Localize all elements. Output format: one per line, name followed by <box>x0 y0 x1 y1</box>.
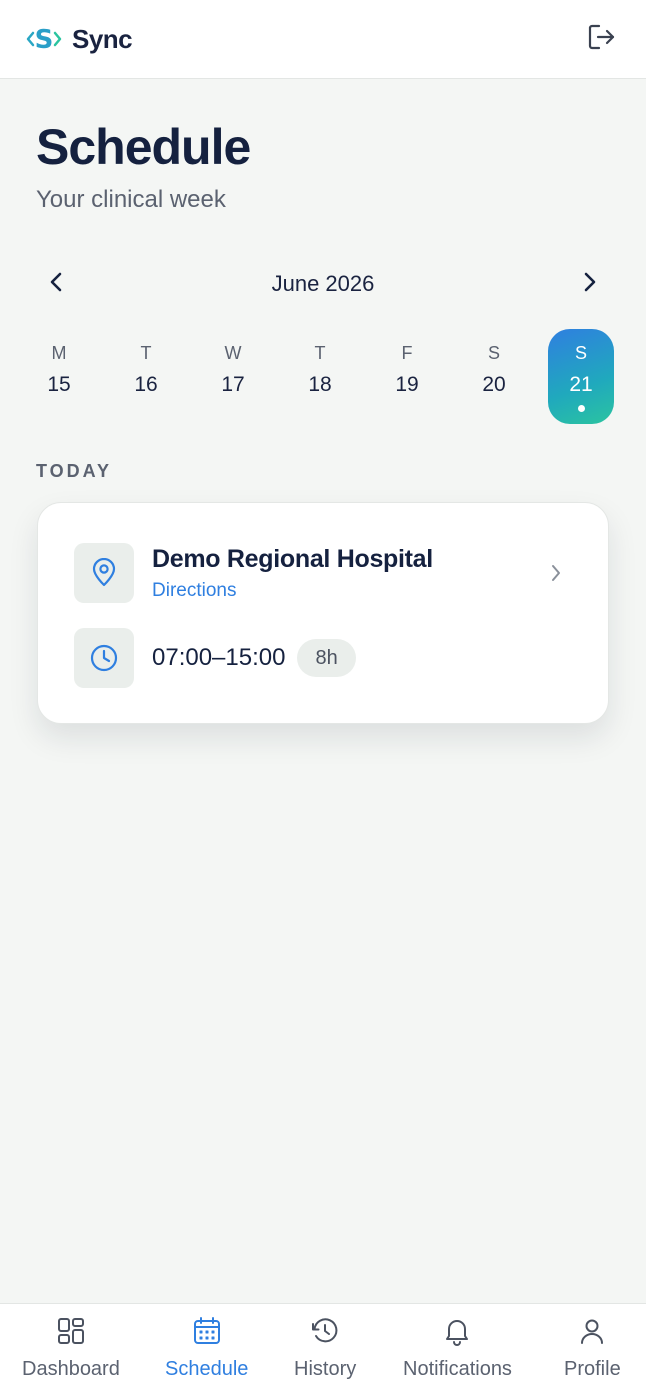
day-number: 16 <box>134 373 158 396</box>
logout-icon <box>587 23 617 56</box>
shift-card[interactable]: Demo Regional Hospital Directions 07:00–… <box>37 502 609 724</box>
day-friday[interactable]: F 19 <box>374 329 440 424</box>
day-number: 18 <box>308 373 332 396</box>
day-number: 21 <box>569 373 593 396</box>
bell-icon <box>440 1314 474 1348</box>
bottom-navigation: Dashboard Schedule History Notifications… <box>0 1303 646 1400</box>
nav-label: Notifications <box>403 1358 512 1380</box>
day-monday[interactable]: M 15 <box>26 329 92 424</box>
day-letter: T <box>314 343 326 363</box>
event-indicator-dot <box>577 405 585 412</box>
nav-item-schedule[interactable]: Schedule <box>165 1314 248 1381</box>
directions-link[interactable]: Directions <box>152 580 433 602</box>
brand-name: Sync <box>72 23 133 54</box>
calendar-icon <box>190 1314 224 1348</box>
day-saturday[interactable]: S 20 <box>461 329 527 424</box>
chevron-right-icon <box>583 271 597 298</box>
duration-badge: 8h <box>297 639 356 677</box>
day-number: 20 <box>482 373 506 396</box>
week-strip: M 15 T 16 W 17 T 18 F 19 S 20 S 21 <box>26 329 614 425</box>
top-bar: S Sync <box>0 0 646 79</box>
day-number: 19 <box>395 373 419 396</box>
nav-label: Profile <box>564 1358 621 1380</box>
nav-item-profile[interactable]: Profile <box>564 1314 621 1381</box>
day-number: 15 <box>47 373 71 396</box>
month-label: June 2026 <box>271 271 375 296</box>
previous-week-button[interactable] <box>36 264 76 304</box>
nav-item-dashboard[interactable]: Dashboard <box>22 1314 120 1381</box>
dashboard-icon <box>54 1314 88 1348</box>
sync-logo-icon: S <box>26 23 62 55</box>
chevron-left-icon <box>49 271 63 298</box>
nav-item-history[interactable]: History <box>294 1314 356 1381</box>
nav-label: History <box>294 1358 357 1380</box>
day-letter: W <box>224 343 242 363</box>
shift-time-row: 07:00–15:00 8h <box>74 628 356 688</box>
history-icon <box>308 1314 342 1348</box>
clock-icon <box>74 628 134 688</box>
day-tuesday[interactable]: T 16 <box>113 329 179 424</box>
month-navigation: June 2026 <box>36 264 610 304</box>
shift-location-row: Demo Regional Hospital Directions <box>74 543 574 603</box>
next-week-button[interactable] <box>570 264 610 304</box>
shift-time-range: 07:00–15:00 <box>152 644 286 671</box>
location-pin-icon <box>74 543 134 603</box>
logout-button[interactable] <box>586 23 618 55</box>
day-letter: T <box>140 343 152 363</box>
hospital-name: Demo Regional Hospital <box>152 544 433 573</box>
page-title: Schedule <box>36 119 251 175</box>
today-section-label: TODAY <box>36 461 113 481</box>
day-sunday-selected[interactable]: S 21 <box>548 329 614 424</box>
user-icon <box>575 1314 609 1348</box>
day-letter: M <box>51 343 67 363</box>
day-thursday[interactable]: T 18 <box>287 329 353 424</box>
nav-item-notifications[interactable]: Notifications <box>403 1314 512 1381</box>
page-subtitle: Your clinical week <box>36 186 226 213</box>
day-wednesday[interactable]: W 17 <box>200 329 266 424</box>
nav-label: Schedule <box>165 1358 249 1380</box>
nav-label: Dashboard <box>22 1358 120 1380</box>
day-letter: F <box>401 343 413 363</box>
brand[interactable]: S Sync <box>26 23 133 55</box>
day-letter: S <box>487 343 500 363</box>
day-number: 17 <box>221 373 245 396</box>
svg-text:S: S <box>35 25 54 55</box>
day-letter: S <box>574 343 587 363</box>
chevron-right-icon[interactable] <box>544 559 568 587</box>
location-text: Demo Regional Hospital Directions <box>152 545 433 602</box>
